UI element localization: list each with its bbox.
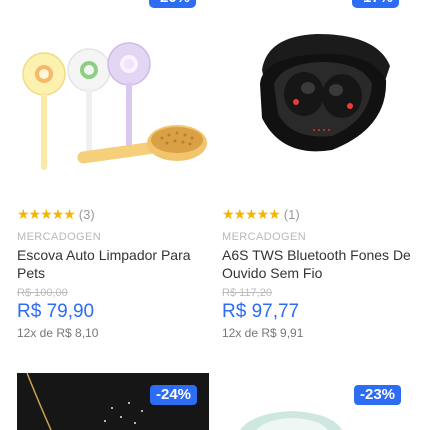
product-image-necklace[interactable]: -24% — [17, 373, 209, 430]
rating-count: (3) — [78, 207, 95, 222]
rating-count: (1) — [283, 207, 300, 222]
discount-badge: -23% — [354, 385, 402, 405]
rating: ★★★★★ (3) — [17, 206, 95, 223]
discount-badge: -24% — [150, 385, 198, 405]
product-image-earbuds-case[interactable]: -23% — [222, 373, 412, 430]
price: R$ 79,90 — [17, 301, 95, 322]
rating: ★★★★★ (1) — [222, 206, 300, 223]
star-rating-icon: ★★★★★ — [222, 206, 281, 222]
star-rating-icon: ★★★★★ — [17, 206, 76, 222]
discount-badge: -20% — [149, 0, 197, 8]
old-price: R$ 117,20 — [222, 287, 272, 299]
product-brand: MERCADOGEN — [17, 231, 102, 243]
product-title[interactable]: A6S TWS Bluetooth Fones De Ouvido Sem Fi… — [222, 246, 412, 282]
product-title[interactable]: Escova Auto Limpador Para Pets — [17, 246, 207, 282]
pet-brush-image — [22, 42, 207, 170]
installments: 12x de R$ 8,10 — [17, 326, 99, 340]
price: R$ 97,77 — [222, 301, 300, 322]
discount-badge: -17% — [352, 0, 400, 8]
product-brand: MERCADOGEN — [222, 231, 307, 243]
old-price: R$ 100,00 — [17, 287, 68, 299]
product-image-earbuds[interactable]: -17% — [222, 0, 412, 178]
earbuds-image — [260, 34, 390, 152]
installments: 12x de R$ 9,91 — [222, 326, 304, 340]
product-image-pet-brush[interactable]: -20% — [17, 0, 207, 178]
